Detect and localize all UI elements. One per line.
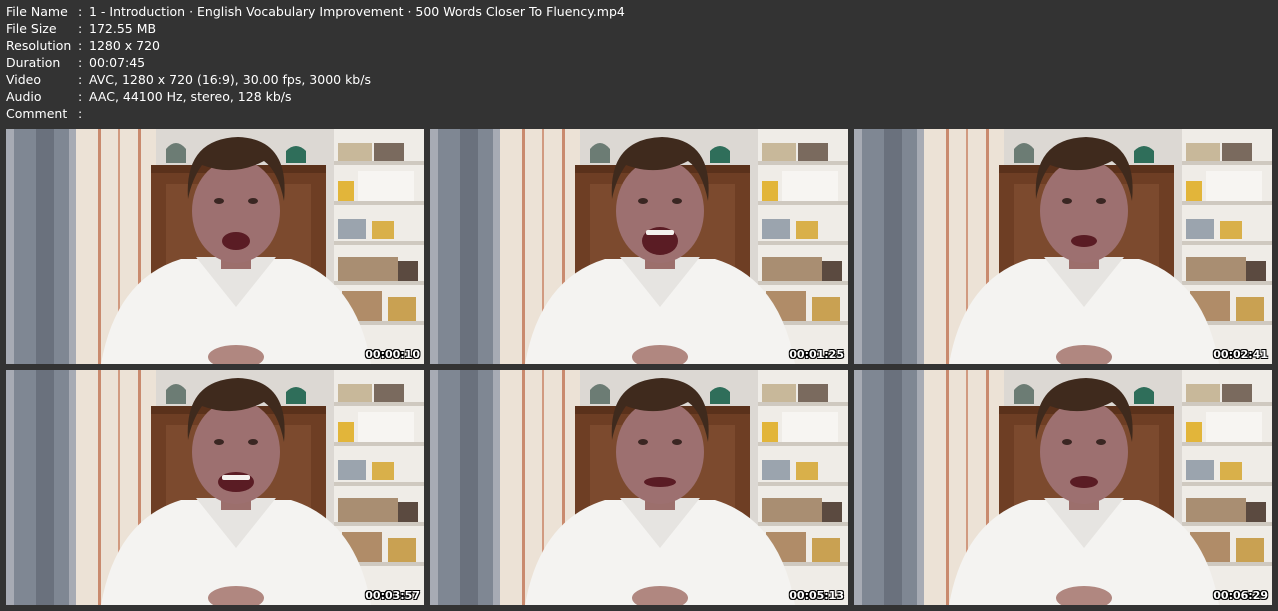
thumbnail-timestamp: 00:01:25 xyxy=(789,348,844,361)
video-thumbnail: 00:03:57 xyxy=(6,370,424,605)
info-row-comment: Comment : xyxy=(6,105,625,122)
info-label: Comment xyxy=(6,106,68,121)
info-value: AVC, 1280 x 720 (16:9), 30.00 fps, 3000 … xyxy=(89,72,371,87)
info-separator: : xyxy=(78,38,83,53)
video-frame-image xyxy=(854,370,1272,605)
video-frame-image xyxy=(854,129,1272,364)
info-separator: : xyxy=(78,55,83,70)
info-value: AAC, 44100 Hz, stereo, 128 kb/s xyxy=(89,89,292,104)
info-row-file-name: File Name : 1 - Introduction · English V… xyxy=(6,3,625,20)
info-value: 172.55 MB xyxy=(89,21,157,36)
info-separator: : xyxy=(78,72,83,87)
thumbnail-timestamp: 00:05:13 xyxy=(789,589,844,602)
info-label: Duration xyxy=(6,55,61,70)
info-value: 00:07:45 xyxy=(89,55,146,70)
thumbnail-timestamp: 00:02:41 xyxy=(1213,348,1268,361)
info-row-duration: Duration : 00:07:45 xyxy=(6,54,625,71)
thumbnail-timestamp: 00:03:57 xyxy=(365,589,420,602)
video-frame-image xyxy=(430,129,848,364)
video-thumbnail: 00:06:29 xyxy=(854,370,1272,605)
info-value: 1 - Introduction · English Vocabulary Im… xyxy=(89,4,625,19)
info-value: 1280 x 720 xyxy=(89,38,161,53)
info-separator: : xyxy=(78,4,83,19)
info-row-video: Video : AVC, 1280 x 720 (16:9), 30.00 fp… xyxy=(6,71,625,88)
thumbnail-grid: 00:00:10 00:01:25 00:02:41 00:03:57 00:0… xyxy=(6,129,1272,605)
info-row-audio: Audio : AAC, 44100 Hz, stereo, 128 kb/s xyxy=(6,88,625,105)
info-separator: : xyxy=(78,21,83,36)
thumbnail-timestamp: 00:00:10 xyxy=(365,348,420,361)
info-separator: : xyxy=(78,89,83,104)
video-frame-image xyxy=(6,370,424,605)
video-thumbnail: 00:00:10 xyxy=(6,129,424,364)
thumbnail-timestamp: 00:06:29 xyxy=(1213,589,1268,602)
video-thumbnail: 00:02:41 xyxy=(854,129,1272,364)
info-row-resolution: Resolution : 1280 x 720 xyxy=(6,37,625,54)
info-row-file-size: File Size : 172.55 MB xyxy=(6,20,625,37)
info-label: Audio xyxy=(6,89,42,104)
info-label: File Name xyxy=(6,4,68,19)
info-label: Resolution xyxy=(6,38,72,53)
video-frame-image xyxy=(430,370,848,605)
video-thumbnail: 00:01:25 xyxy=(430,129,848,364)
info-label: Video xyxy=(6,72,42,87)
info-label: File Size xyxy=(6,21,57,36)
media-info-panel: File Name : 1 - Introduction · English V… xyxy=(6,3,625,122)
video-frame-image xyxy=(6,129,424,364)
video-thumbnail: 00:05:13 xyxy=(430,370,848,605)
info-separator: : xyxy=(78,106,83,121)
